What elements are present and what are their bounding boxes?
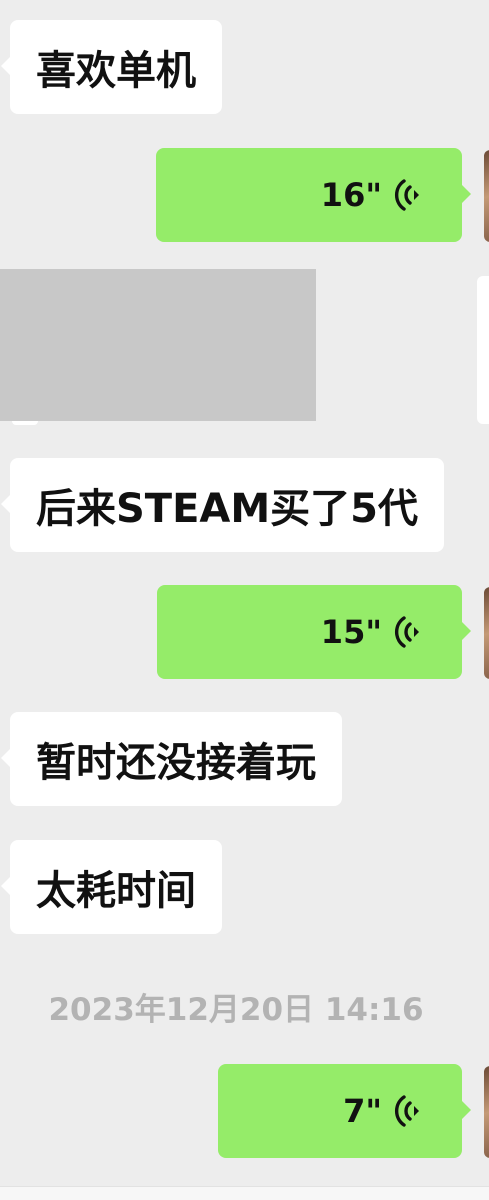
input-bar-edge [0, 1186, 489, 1200]
incoming-text-bubble[interactable]: 暂时还没接着玩 [1, 712, 342, 806]
voice-duration: 15" [320, 613, 382, 651]
outgoing-voice-bubble[interactable]: 15" [157, 585, 471, 679]
voice-wave-icon [394, 616, 419, 648]
message-timestamp: 2023年12月20日 14:16 [48, 992, 424, 1028]
incoming-text-bubble[interactable]: 喜欢单机 [1, 20, 222, 114]
redacted-image-message[interactable] [0, 269, 316, 421]
avatar[interactable] [484, 587, 489, 679]
outgoing-voice-bubble[interactable]: 16" [156, 148, 471, 242]
voice-wave-icon [394, 179, 419, 211]
voice-duration: 16" [320, 176, 382, 214]
avatar[interactable] [484, 150, 489, 242]
redacted-image-tail [12, 421, 38, 425]
message-text: 后来STEAM买了5代 [36, 486, 419, 532]
message-text: 喜欢单机 [36, 48, 196, 94]
voice-duration: 7" [343, 1092, 382, 1130]
incoming-text-bubble[interactable]: 太耗时间 [1, 840, 222, 934]
voice-wave-icon [394, 1095, 419, 1127]
avatar[interactable] [484, 1066, 489, 1158]
chat-message-list[interactable]: 喜欢单机 16" 后来STEAM买了5代 15" 暂时还没接着玩 太耗时间 20 [0, 0, 489, 1200]
redacted-card-edge [477, 276, 489, 424]
outgoing-voice-bubble[interactable]: 7" [218, 1064, 471, 1158]
message-text: 暂时还没接着玩 [36, 740, 316, 786]
incoming-text-bubble[interactable]: 后来STEAM买了5代 [0, 458, 445, 552]
message-text: 太耗时间 [36, 868, 196, 914]
